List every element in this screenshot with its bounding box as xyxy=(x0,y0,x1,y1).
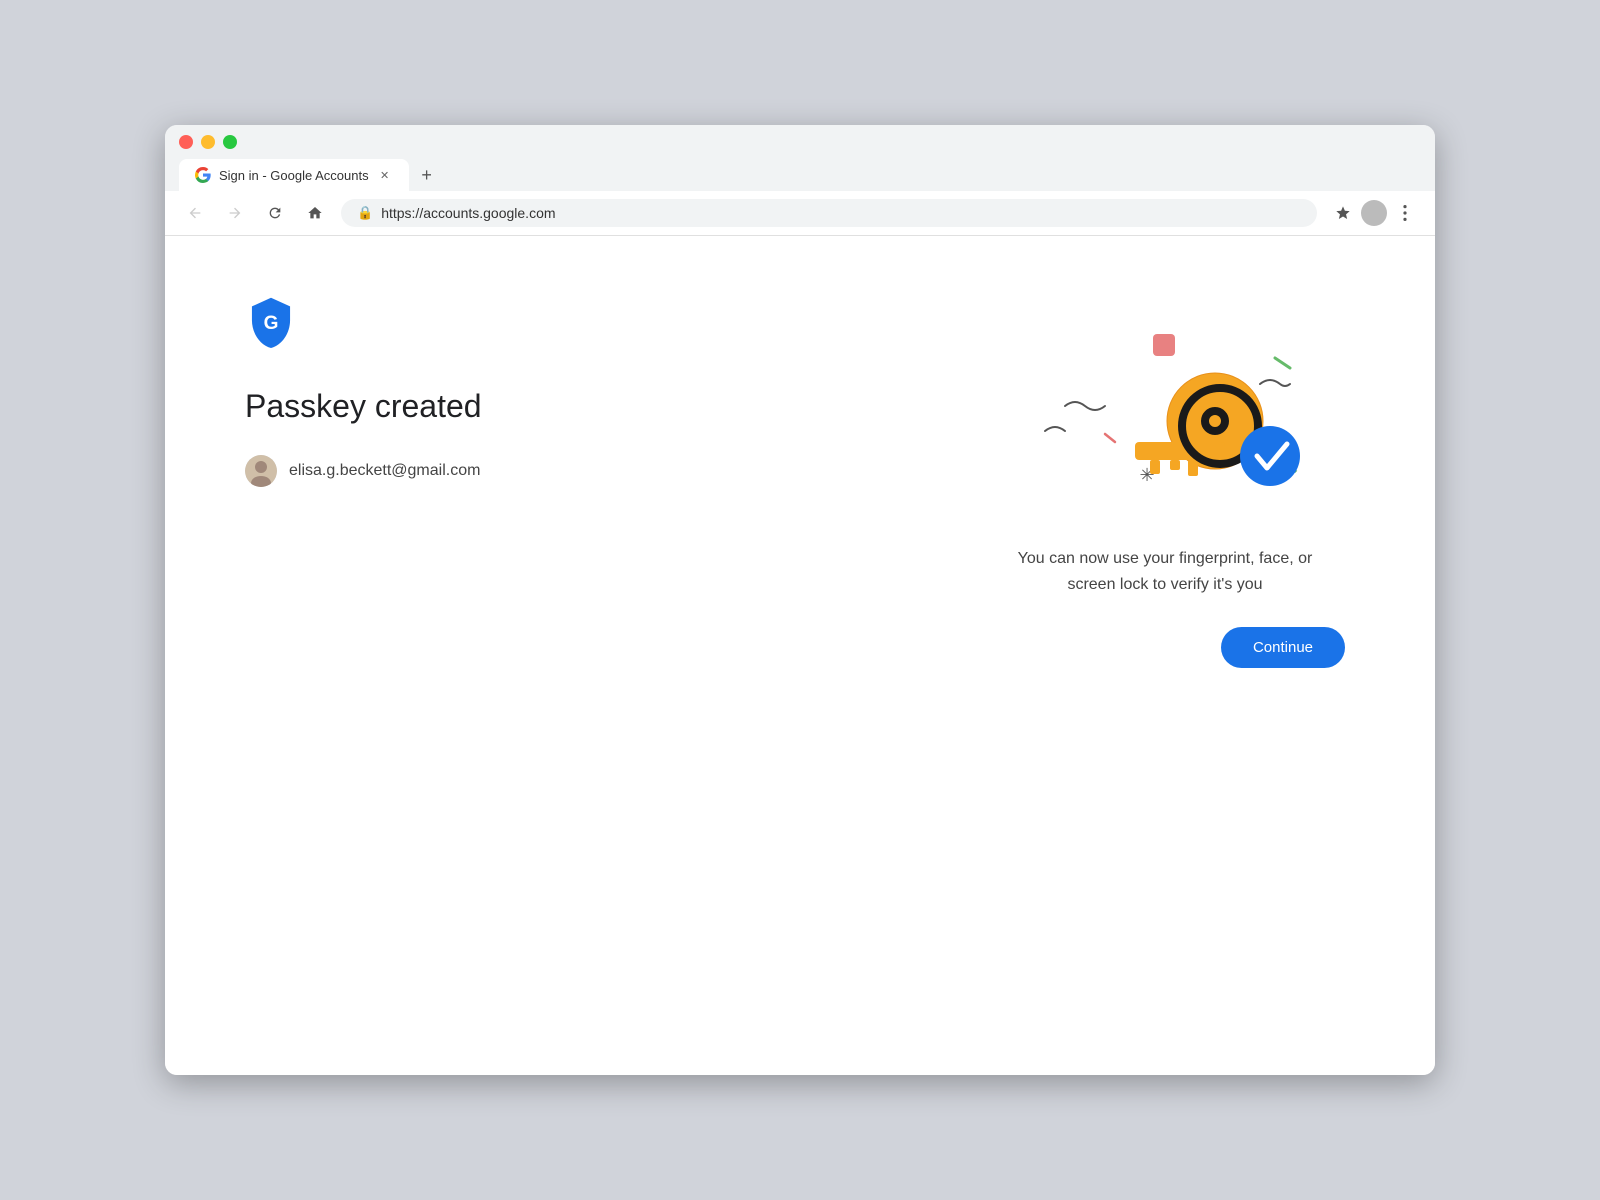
svg-text:G: G xyxy=(264,313,279,334)
back-icon xyxy=(187,205,203,221)
minimize-button[interactable] xyxy=(201,135,215,149)
url-text: https://accounts.google.com xyxy=(381,205,555,221)
more-icon xyxy=(1403,205,1407,221)
page-content: G Passkey created elisa.g.beckett@gmail.… xyxy=(165,236,1435,1075)
profile-avatar[interactable] xyxy=(1361,200,1387,226)
reload-icon xyxy=(267,205,283,221)
continue-button[interactable]: Continue xyxy=(1221,627,1345,668)
home-icon xyxy=(307,205,323,221)
browser-window: Sign in - Google Accounts ✕ + 🔒 https://… xyxy=(165,125,1435,1075)
key-illustration: ✳ ✕ xyxy=(1005,316,1325,516)
tab-title: Sign in - Google Accounts xyxy=(219,168,369,183)
close-button[interactable] xyxy=(179,135,193,149)
description-text: You can now use your fingerprint, face, … xyxy=(995,546,1335,597)
page-title: Passkey created xyxy=(245,388,915,425)
avatar-image xyxy=(245,455,277,487)
google-tab-icon xyxy=(195,167,211,183)
google-shield-logo: G xyxy=(245,296,297,348)
right-panel: ✳ ✕ xyxy=(975,296,1355,668)
user-email: elisa.g.beckett@gmail.com xyxy=(289,462,480,480)
star-icon xyxy=(1335,205,1351,221)
new-tab-button[interactable]: + xyxy=(413,161,441,189)
user-avatar xyxy=(245,455,277,487)
url-bar[interactable]: 🔒 https://accounts.google.com xyxy=(341,199,1317,227)
toolbar-right xyxy=(1329,199,1419,227)
forward-icon xyxy=(227,205,243,221)
bookmark-button[interactable] xyxy=(1329,199,1357,227)
forward-button[interactable] xyxy=(221,199,249,227)
active-tab[interactable]: Sign in - Google Accounts ✕ xyxy=(179,159,409,191)
user-row: elisa.g.beckett@gmail.com xyxy=(245,455,915,487)
menu-button[interactable] xyxy=(1391,199,1419,227)
maximize-button[interactable] xyxy=(223,135,237,149)
tabs-row: Sign in - Google Accounts ✕ + xyxy=(179,159,1421,191)
left-panel: G Passkey created elisa.g.beckett@gmail.… xyxy=(245,296,915,487)
title-bar: Sign in - Google Accounts ✕ + xyxy=(165,125,1435,191)
address-bar: 🔒 https://accounts.google.com xyxy=(165,191,1435,236)
traffic-lights xyxy=(179,135,1421,149)
tab-close-button[interactable]: ✕ xyxy=(377,167,393,183)
home-button[interactable] xyxy=(301,199,329,227)
back-button[interactable] xyxy=(181,199,209,227)
reload-button[interactable] xyxy=(261,199,289,227)
lock-icon: 🔒 xyxy=(357,205,373,221)
